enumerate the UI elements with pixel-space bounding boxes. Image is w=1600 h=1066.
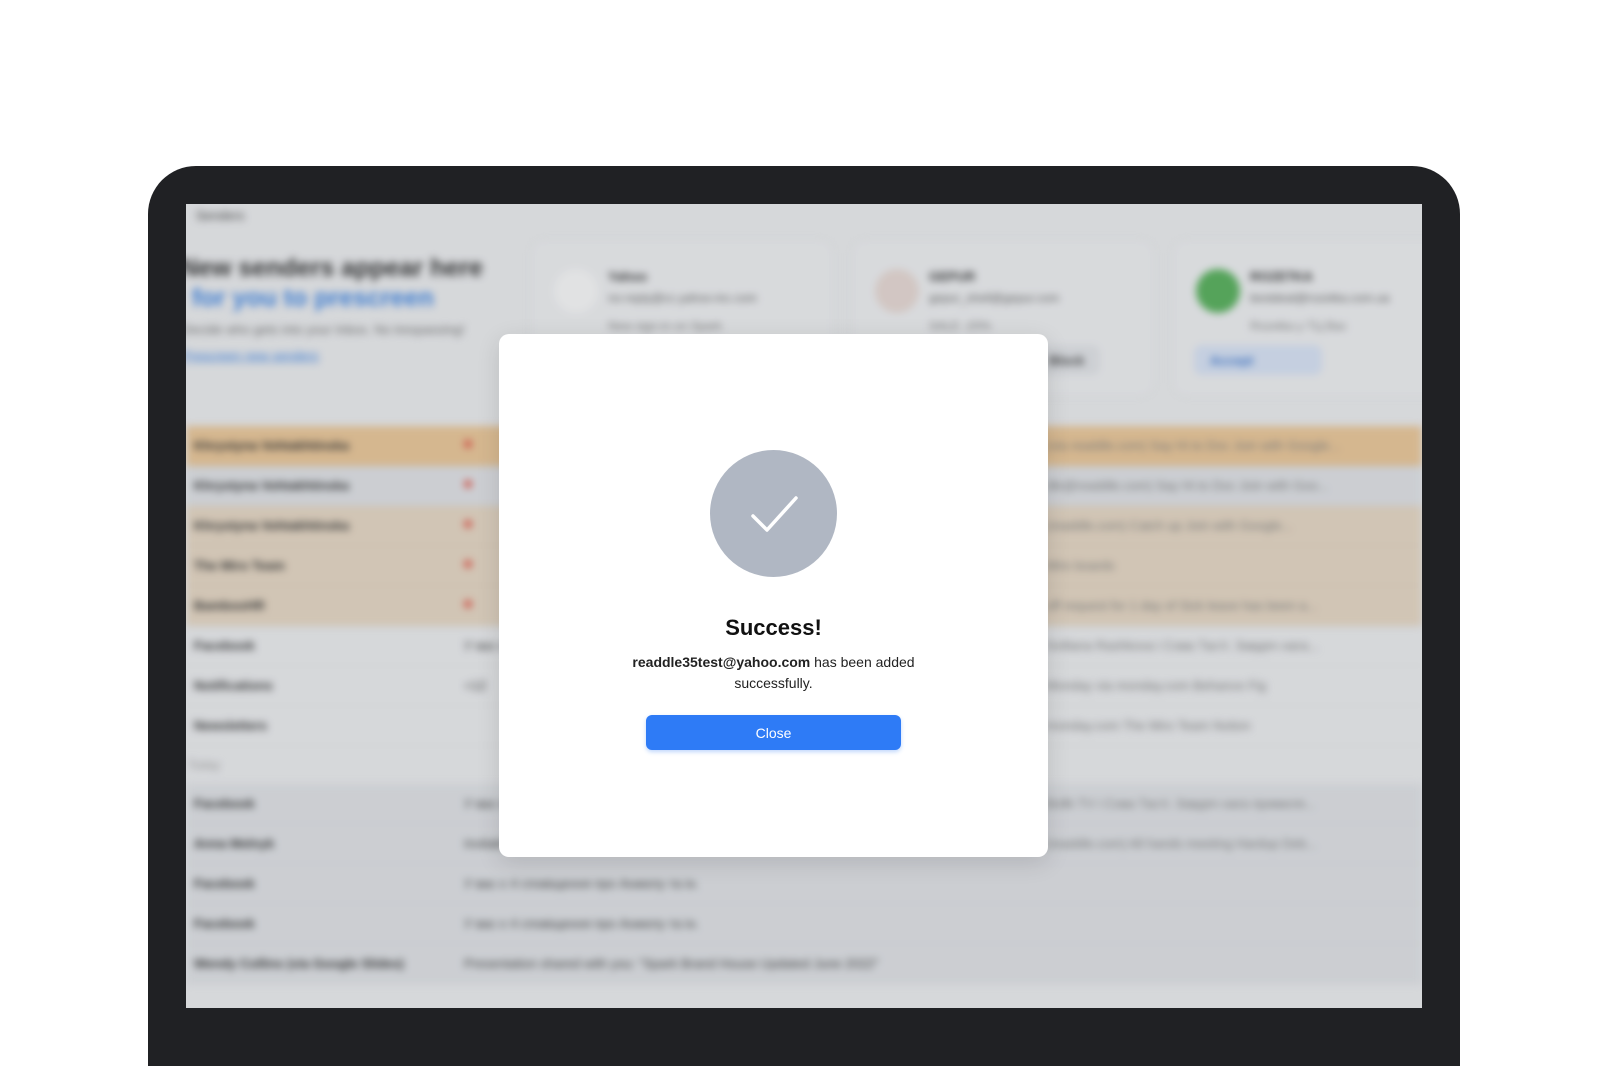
app-screen: Senders New senders appear here for you … — [186, 204, 1422, 1008]
dialog-message: readdle35test@yahoo.com has been added s… — [609, 652, 938, 694]
added-email: readdle35test@yahoo.com — [632, 654, 811, 670]
close-button[interactable]: Close — [646, 715, 901, 750]
dialog-title: Success! — [725, 615, 822, 640]
success-dialog: Success! readdle35test@yahoo.com has bee… — [499, 334, 1048, 857]
laptop-frame: Senders New senders appear here for you … — [148, 166, 1460, 1066]
checkmark-icon — [710, 450, 837, 577]
